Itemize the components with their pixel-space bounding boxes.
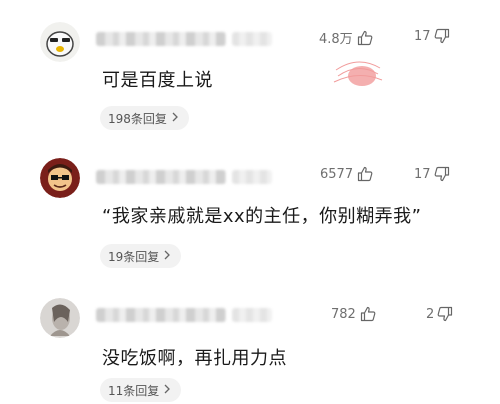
chevron-right-icon xyxy=(163,383,171,397)
like-count: 6577 xyxy=(320,166,354,182)
thumbs-up-icon xyxy=(357,30,373,46)
comment-text: 可是百度上说 xyxy=(102,70,213,91)
comment-item: 782 2 没吃饭啊，再扎用力点 11条回复 xyxy=(0,286,500,404)
replies-button[interactable]: 19条回复 xyxy=(100,244,182,268)
thumbs-up-icon xyxy=(360,306,376,322)
avatar[interactable] xyxy=(40,158,80,198)
chevron-right-icon xyxy=(163,249,171,263)
like-button[interactable]: 782 xyxy=(331,306,376,322)
thumbs-down-icon xyxy=(437,306,453,322)
replies-count: 11条回复 xyxy=(108,383,160,398)
replies-count: 198条回复 xyxy=(108,111,167,126)
dislike-button[interactable]: 17 xyxy=(414,166,450,182)
like-button[interactable]: 4.8万 xyxy=(319,28,373,47)
dislike-count: 17 xyxy=(414,166,431,182)
comment-item: 6577 17 “我家亲戚就是xx的主任，你别糊弄我” 19条回复 xyxy=(0,140,500,286)
like-button[interactable]: 6577 xyxy=(320,166,373,182)
replies-button[interactable]: 198条回复 xyxy=(100,106,189,130)
avatar[interactable] xyxy=(40,298,80,338)
username-blurred[interactable] xyxy=(96,32,226,46)
avatar[interactable] xyxy=(40,22,80,62)
comment-text: “我家亲戚就是xx的主任，你别糊弄我” xyxy=(102,206,422,227)
dislike-button[interactable]: 17 xyxy=(414,28,450,44)
username-suffix-blurred xyxy=(232,170,272,184)
like-count: 4.8万 xyxy=(319,32,353,47)
dislike-count: 17 xyxy=(414,28,431,44)
username-suffix-blurred xyxy=(232,32,272,46)
thumbs-down-icon xyxy=(434,166,450,182)
dislike-button[interactable]: 2 xyxy=(426,306,453,322)
chevron-right-icon xyxy=(171,111,179,125)
username-blurred[interactable] xyxy=(96,308,226,322)
replies-count: 19条回复 xyxy=(108,249,160,264)
username-blurred[interactable] xyxy=(96,170,226,184)
watermark-stamp-icon xyxy=(328,50,388,104)
thumbs-down-icon xyxy=(434,28,450,44)
comment-item: 4.8万 17 可是百度上说 198条回复 xyxy=(0,0,500,140)
comment-text: 没吃饭啊，再扎用力点 xyxy=(102,348,287,369)
replies-button[interactable]: 11条回复 xyxy=(100,378,182,402)
dislike-count: 2 xyxy=(426,306,435,322)
thumbs-up-icon xyxy=(357,166,373,182)
like-count: 782 xyxy=(331,306,356,322)
username-suffix-blurred xyxy=(232,308,272,322)
